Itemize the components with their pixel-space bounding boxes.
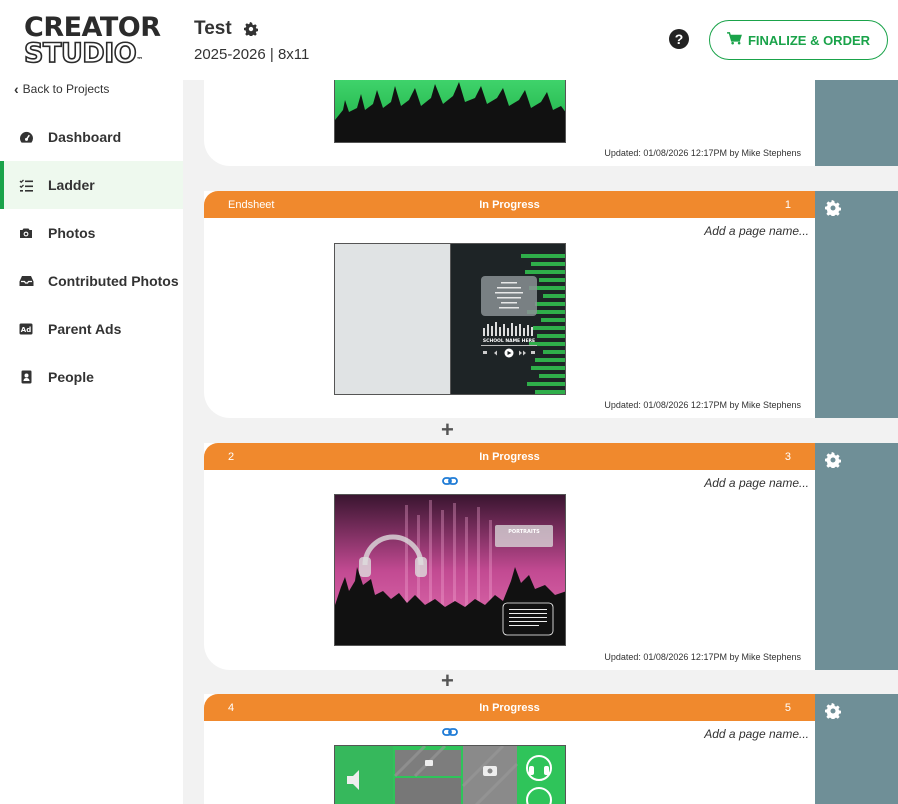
svg-text:Ad: Ad bbox=[21, 326, 31, 334]
card-side-panel bbox=[815, 80, 898, 166]
help-icon[interactable]: ? bbox=[669, 29, 689, 49]
logo-line1: CREATOR bbox=[24, 12, 161, 43]
project-title-text: Test bbox=[194, 18, 232, 39]
sidebar-item-label: People bbox=[48, 369, 94, 385]
music-player-page: SCHOOL NAME HERE bbox=[451, 244, 565, 394]
inbox-icon bbox=[18, 273, 34, 289]
linked-spread-chain-icon[interactable] bbox=[442, 475, 458, 489]
ladder-card-endsheet: Endsheet In Progress 1 Add a page name..… bbox=[204, 191, 815, 418]
ad-icon: Ad bbox=[18, 321, 34, 337]
back-to-projects-link[interactable]: ‹ Back to Projects bbox=[14, 81, 109, 97]
right-page-number: 3 bbox=[784, 450, 791, 463]
finalize-label: FINALIZE & ORDER bbox=[747, 32, 871, 48]
page-name-input[interactable]: Add a page name... bbox=[704, 476, 809, 490]
updated-text: Updated: 01/08/2026 12:17PM by Mike Step… bbox=[604, 652, 801, 662]
card-header-bar: 4 In Progress 5 bbox=[204, 694, 815, 721]
page-thumbnail[interactable] bbox=[334, 745, 566, 804]
status-label: In Progress bbox=[479, 701, 540, 714]
sidebar-item-photos[interactable]: Photos bbox=[0, 209, 183, 257]
sidebar: CREATOR STUDIO™ ‹ Back to Projects Dashb… bbox=[0, 0, 183, 804]
shopping-cart-icon bbox=[727, 32, 742, 48]
sidebar-item-label: Contributed Photos bbox=[48, 273, 179, 289]
page-thumbnail[interactable]: PORTRAITS bbox=[334, 494, 566, 646]
status-label: In Progress bbox=[479, 450, 540, 463]
add-spread-plus-button[interactable]: + bbox=[441, 419, 454, 441]
green-photo-grid-thumbnail bbox=[335, 746, 565, 804]
card-side-panel bbox=[815, 443, 898, 670]
back-label: Back to Projects bbox=[22, 82, 110, 96]
sidebar-item-label: Dashboard bbox=[48, 129, 122, 145]
music-player-artwork: SCHOOL NAME HERE bbox=[481, 254, 565, 394]
page-name-input[interactable]: Add a page name... bbox=[704, 224, 809, 238]
logo-line2: STUDIO™ bbox=[23, 38, 143, 69]
dashboard-icon bbox=[18, 129, 34, 145]
card-header-bar: 2 In Progress 3 bbox=[204, 443, 815, 470]
updated-text: Updated: 01/08/2026 12:17PM by Mike Step… bbox=[604, 400, 801, 410]
sidebar-item-dashboard[interactable]: Dashboard bbox=[0, 113, 183, 161]
pink-concert-thumbnail: PORTRAITS bbox=[335, 495, 565, 645]
finalize-order-button[interactable]: FINALIZE & ORDER bbox=[709, 20, 888, 60]
camera-icon bbox=[18, 225, 34, 241]
page-name-input[interactable]: Add a page name... bbox=[704, 727, 809, 741]
thumbnail-school-name: SCHOOL NAME HERE bbox=[483, 338, 535, 344]
page-settings-gear-icon[interactable] bbox=[825, 199, 842, 218]
ladder-card-pages-4-5: 4 In Progress 5 Add a page name... bbox=[204, 694, 815, 804]
sidebar-nav: Dashboard Ladder Photos Contributed Phot… bbox=[0, 113, 183, 401]
ladder-main: Updated: 01/08/2026 12:17PM by Mike Step… bbox=[183, 80, 898, 804]
header: Test 2025-2026 | 8x11 ? FINALIZE & ORDER bbox=[183, 0, 898, 80]
ladder-list-icon bbox=[18, 177, 34, 193]
thumbnail-portraits-label: PORTRAITS bbox=[508, 529, 540, 535]
project-settings-gear-icon[interactable] bbox=[243, 22, 258, 36]
sidebar-item-people[interactable]: People bbox=[0, 353, 183, 401]
card-side-panel bbox=[815, 694, 898, 804]
blank-left-page bbox=[335, 244, 451, 394]
sidebar-item-contributed-photos[interactable]: Contributed Photos bbox=[0, 257, 183, 305]
updated-text: Updated: 01/08/2026 12:17PM by Mike Step… bbox=[604, 148, 801, 158]
page-settings-gear-icon[interactable] bbox=[825, 451, 842, 470]
right-page-number: 5 bbox=[784, 701, 791, 714]
page-thumbnail[interactable]: SCHOOL NAME HERE bbox=[334, 243, 566, 395]
sidebar-item-parent-ads[interactable]: Ad Parent Ads bbox=[0, 305, 183, 353]
sidebar-item-label: Ladder bbox=[48, 177, 95, 193]
concert-crowd-thumbnail bbox=[335, 80, 565, 142]
project-subtitle: 2025-2026 | 8x11 bbox=[194, 46, 310, 63]
person-badge-icon bbox=[18, 369, 34, 385]
card-side-panel bbox=[815, 191, 898, 418]
ladder-card-pages-2-3: 2 In Progress 3 Add a page name... PORTR… bbox=[204, 443, 815, 670]
page-thumbnail[interactable] bbox=[334, 80, 566, 143]
status-label: In Progress bbox=[479, 198, 540, 211]
right-page-number: 1 bbox=[784, 198, 791, 211]
page-settings-gear-icon[interactable] bbox=[825, 702, 842, 721]
sidebar-item-label: Photos bbox=[48, 225, 96, 241]
chevron-left-icon: ‹ bbox=[14, 81, 19, 97]
add-spread-plus-button[interactable]: + bbox=[441, 670, 454, 692]
card-header-bar: Endsheet In Progress 1 bbox=[204, 191, 815, 218]
ladder-card-0: Updated: 01/08/2026 12:17PM by Mike Step… bbox=[204, 80, 815, 166]
linked-spread-chain-icon[interactable] bbox=[442, 726, 458, 740]
sidebar-item-ladder[interactable]: Ladder bbox=[0, 161, 183, 209]
project-title: Test bbox=[194, 18, 258, 40]
creator-studio-logo: CREATOR STUDIO™ bbox=[23, 12, 161, 73]
sidebar-item-label: Parent Ads bbox=[48, 321, 122, 337]
